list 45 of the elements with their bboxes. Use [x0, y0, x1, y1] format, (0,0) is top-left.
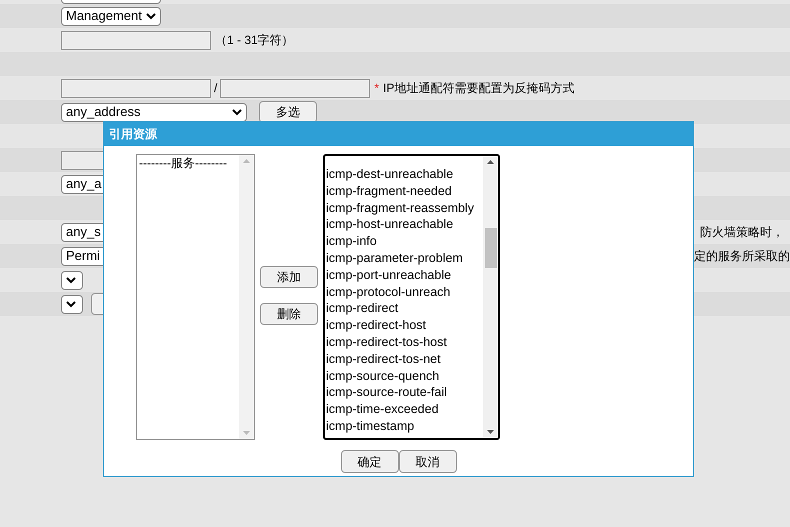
list-option[interactable]: icmp-redirect-tos-net: [325, 350, 483, 368]
list-option[interactable]: icmp-dest-unreachable: [325, 166, 483, 183]
list-option[interactable]: icmp-port-unreachable: [325, 266, 483, 284]
list-option[interactable]: icmp-source-route-fail: [325, 384, 483, 402]
list-option[interactable]: icmp-parameter-problem: [325, 250, 483, 267]
list-option[interactable]: icmp-redirect-host: [325, 317, 483, 334]
list-option[interactable]: icmp-fragment-needed: [325, 182, 483, 200]
cancel-button[interactable]: 取消: [398, 450, 456, 473]
list-option[interactable]: icmp-protocol-unreach: [325, 284, 483, 300]
ip-field[interactable]: [61, 78, 211, 98]
rule-note: 定的服务所采取的: [694, 248, 790, 265]
mask-field[interactable]: [220, 78, 370, 98]
source-listbox[interactable]: --------服务--------: [136, 154, 255, 440]
scrollbar-thumb[interactable]: [484, 228, 496, 268]
remove-button[interactable]: 删除: [260, 303, 318, 325]
chevron-icon: [66, 300, 76, 308]
list-option[interactable]: icmp-info: [325, 233, 483, 250]
dialog-title: 引用资源: [104, 122, 693, 146]
required-mark: *: [374, 80, 380, 97]
list-option[interactable]: --------服务--------: [137, 155, 239, 171]
list-option[interactable]: icmp-host-unreachable: [325, 216, 483, 234]
length-hint: （1 - 31字符）: [215, 32, 294, 49]
list-option[interactable]: icmp-fragment-reassembly: [325, 200, 483, 216]
text-field[interactable]: [61, 30, 211, 50]
list-option[interactable]: icmp-redirect: [325, 300, 483, 318]
dropdown[interactable]: [61, 294, 83, 314]
list-option[interactable]: icmp-timestamp: [325, 418, 483, 435]
scroll-down-icon[interactable]: [487, 430, 494, 434]
confirm-button[interactable]: 确定: [340, 450, 398, 473]
chevron-icon: [232, 108, 242, 116]
dropdown[interactable]: Management: [61, 6, 161, 26]
list-option[interactable]: icmp-redirect-tos-host: [325, 334, 483, 351]
service-listbox[interactable]: [323, 154, 500, 440]
scroll-up-icon[interactable]: [487, 160, 494, 164]
rule-note: 防火墙策略时，: [700, 224, 784, 241]
add-button[interactable]: 添加: [260, 266, 318, 288]
slash-separator: /: [214, 80, 218, 97]
list-option[interactable]: icmp-source-quench: [325, 368, 483, 384]
chevron-icon: [146, 12, 156, 20]
list-option[interactable]: icmp-time-exceeded: [325, 401, 483, 418]
dropdown[interactable]: [61, 270, 83, 290]
ip-note: IP地址通配符需要配置为反掩码方式: [383, 80, 574, 97]
dropdown[interactable]: any_address: [61, 102, 247, 122]
multi-select-button[interactable]: 多选: [259, 101, 317, 123]
chevron-icon: [66, 276, 76, 284]
